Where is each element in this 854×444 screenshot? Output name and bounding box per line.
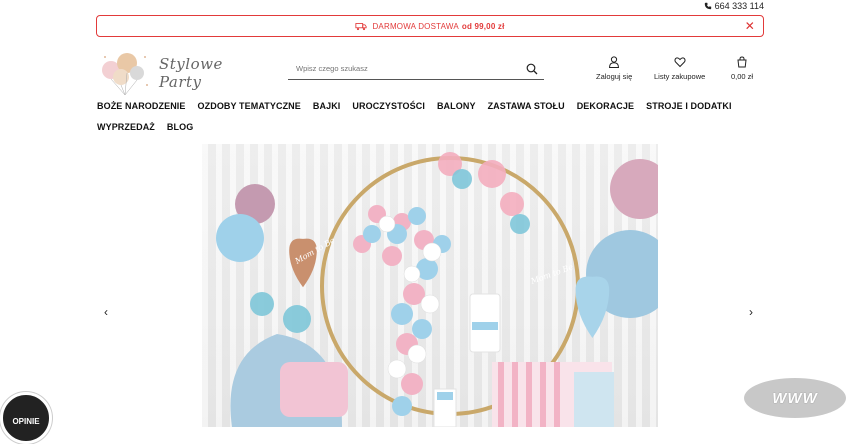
party-scene-illustration: Mom to Be Mom to Be bbox=[216, 152, 658, 427]
nav-item-sale[interactable]: WYPRZEDAŻ bbox=[97, 122, 155, 132]
cart-total: 0,00 zł bbox=[731, 72, 754, 81]
nav-item-costumes[interactable]: STROJE I DODATKI bbox=[646, 101, 731, 111]
nav-item-christmas[interactable]: BOŻE NARODZENIE bbox=[97, 101, 186, 111]
main-navigation: BOŻE NARODZENIE OZDOBY TEMATYCZNE BAJKI … bbox=[97, 101, 767, 132]
truck-icon bbox=[355, 22, 368, 30]
nav-item-tableware[interactable]: ZASTAWA STOŁU bbox=[488, 101, 565, 111]
slider-next-icon[interactable]: › bbox=[749, 305, 753, 319]
logo[interactable]: Stylowe Party bbox=[97, 45, 267, 96]
user-icon bbox=[609, 56, 620, 68]
search-input[interactable] bbox=[288, 64, 526, 73]
phone-number: 664 333 114 bbox=[714, 1, 764, 11]
nav-item-fairy-tales[interactable]: BAJKI bbox=[313, 101, 341, 111]
nav-item-decorations[interactable]: DEKORACJE bbox=[577, 101, 634, 111]
customer-reviews-badge[interactable]: OPINIE bbox=[0, 392, 52, 444]
heart-icon bbox=[674, 57, 686, 68]
search-bar[interactable] bbox=[288, 58, 544, 80]
logo-text: Stylowe Party bbox=[159, 55, 223, 91]
wishlist-label: Listy zakupowe bbox=[654, 72, 706, 81]
nav-item-balloons[interactable]: BALONY bbox=[437, 101, 476, 111]
close-icon[interactable]: ✕ bbox=[745, 20, 755, 32]
balloons-logo-icon bbox=[102, 53, 148, 96]
search-icon[interactable] bbox=[526, 63, 538, 75]
nav-item-blog[interactable]: BLOG bbox=[167, 122, 193, 132]
promo-threshold: od 99,00 zł bbox=[461, 21, 505, 31]
login-link[interactable]: Zaloguj się bbox=[596, 56, 632, 81]
login-label: Zaloguj się bbox=[596, 72, 633, 81]
phone-icon bbox=[704, 2, 711, 10]
balloon-text-2: Mom to Be bbox=[529, 262, 575, 286]
nav-item-celebrations[interactable]: UROCZYSTOŚCI bbox=[352, 101, 425, 111]
hero-banner-image[interactable]: Mom to Be Mom to Be bbox=[202, 144, 658, 427]
cart-link[interactable]: 0,00 zł bbox=[731, 56, 753, 81]
watermark-text: WWW bbox=[772, 389, 818, 407]
cart-icon bbox=[737, 56, 747, 68]
badge-label: OPINIE bbox=[12, 416, 40, 426]
free-shipping-banner: DARMOWA DOSTAWA od 99,00 zł ✕ bbox=[96, 15, 764, 37]
nav-item-themed-decorations[interactable]: OZDOBY TEMATYCZNE bbox=[198, 101, 301, 111]
slider-prev-icon[interactable]: ‹ bbox=[104, 305, 108, 319]
phone-contact[interactable]: 664 333 114 bbox=[704, 0, 764, 12]
watermark-logo: WWW bbox=[744, 378, 846, 418]
promo-text: DARMOWA DOSTAWA bbox=[372, 21, 459, 31]
wishlist-link[interactable]: Listy zakupowe bbox=[654, 56, 705, 81]
